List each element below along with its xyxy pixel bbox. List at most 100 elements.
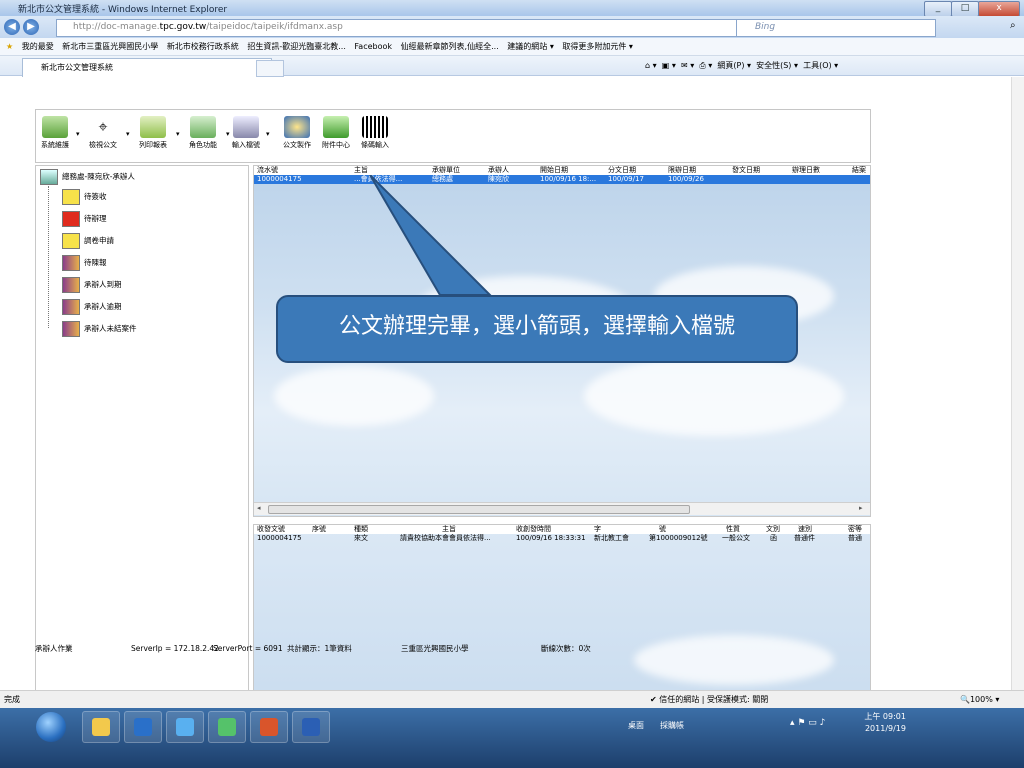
clock[interactable]: 上午 09:01 2011/9/19 bbox=[840, 711, 906, 735]
tools-menu[interactable]: 工具(O) ▾ bbox=[803, 61, 838, 70]
print-report-button[interactable]: 列印報表 bbox=[134, 114, 172, 158]
taskbar-word[interactable] bbox=[292, 711, 330, 743]
vertical-scrollbar[interactable] bbox=[1011, 77, 1024, 690]
tree-item-unclosed[interactable]: 承辦人未結案件 bbox=[62, 320, 137, 338]
tree-item-due[interactable]: 承辦人到期 bbox=[62, 276, 122, 294]
col-start-date[interactable]: 開始日期 bbox=[540, 166, 568, 175]
page-menu[interactable]: 網頁(P) ▾ bbox=[717, 61, 751, 70]
view-document-button[interactable]: ⌖ 檢視公文 bbox=[84, 114, 122, 158]
horizontal-scrollbar[interactable]: ◂ ▸ bbox=[254, 502, 870, 515]
security-zone[interactable]: ✔ 信任的網站 | 受保護模式: 關閉 bbox=[650, 691, 768, 708]
scroll-right-icon[interactable]: ▸ bbox=[859, 503, 863, 514]
barcode-input-button[interactable]: 條碼輸入 bbox=[356, 114, 394, 158]
col-dispatch-date[interactable]: 分文日期 bbox=[608, 166, 636, 175]
folder-icon bbox=[42, 116, 68, 138]
tree-item-pending-sign[interactable]: 待簽收 bbox=[62, 188, 107, 206]
tree-item-pending-process[interactable]: 待辦理 bbox=[62, 210, 107, 228]
tree-item-overdue[interactable]: 承辦人逾期 bbox=[62, 298, 122, 316]
search-icon[interactable]: ⌕ bbox=[1010, 20, 1016, 31]
table-row[interactable]: 1000004175 來文 請貴校協助本會會員依法得... 100/09/16 … bbox=[254, 534, 870, 543]
taskbar-media[interactable] bbox=[124, 711, 162, 743]
maximize-button[interactable]: □ bbox=[951, 1, 979, 17]
taskbar: 桌面 採購帳 ▴ ⚑ ▭ ♪ 上午 09:01 2011/9/19 bbox=[0, 708, 1024, 768]
tree-item-recall-request[interactable]: 調卷申請 bbox=[62, 232, 114, 250]
favorite-item[interactable]: 新北市三重區光興國民小學 bbox=[62, 42, 158, 51]
status-server-port: ServerPort = 6091 bbox=[213, 644, 283, 653]
zoom-level[interactable]: 🔍100% ▾ bbox=[960, 691, 999, 708]
home-icon[interactable]: ⌂ ▾ bbox=[645, 61, 657, 70]
new-tab-button[interactable] bbox=[256, 60, 284, 77]
url-path: /taipeidoc/taipeik/ifdmanx.asp bbox=[206, 22, 343, 32]
favorite-item[interactable]: 招生資訊-歡迎光臨臺北教... bbox=[247, 42, 346, 51]
taskbar-ie[interactable] bbox=[166, 711, 204, 743]
col-unit[interactable]: 承辦單位 bbox=[432, 166, 460, 175]
table-row-selected[interactable]: 1000004175 ...會員依法得... 總務處 陳宛欣 100/09/16… bbox=[254, 175, 870, 184]
chevron-down-icon[interactable]: ▾ bbox=[76, 130, 82, 138]
start-button[interactable] bbox=[36, 712, 66, 742]
taskbar-messenger[interactable] bbox=[208, 711, 246, 743]
url-host: tpc.gov.tw bbox=[159, 22, 207, 32]
role-function-button[interactable]: 角色功能 bbox=[184, 114, 222, 158]
taskbar-explorer[interactable] bbox=[82, 711, 120, 743]
search-input[interactable]: Bing bbox=[736, 19, 936, 37]
forward-icon[interactable]: ▶ bbox=[23, 19, 39, 35]
favorite-item[interactable]: Facebook bbox=[354, 42, 392, 51]
tray-icons[interactable]: ▴ ⚑ ▭ ♪ bbox=[790, 718, 825, 728]
safety-menu[interactable]: 安全性(S) ▾ bbox=[756, 61, 798, 70]
col-closed[interactable]: 結案 bbox=[852, 166, 866, 175]
people-icon bbox=[190, 116, 216, 138]
document-create-button[interactable]: 公文製作 bbox=[278, 114, 316, 158]
page-content: 系統維護 ▾ ⌖ 檢視公文 ▾ 列印報表 ▾ 角色功能 ▾ 輸入檔號 ▾ 公文製… bbox=[0, 77, 1024, 729]
folder-icon bbox=[92, 718, 110, 736]
command-bar: ⌂ ▾ ▣ ▾ ✉ ▾ ⎙ ▾ 網頁(P) ▾ 安全性(S) ▾ 工具(O) ▾ bbox=[645, 58, 838, 74]
app-status-bar: 承辦人作業 ServerIp = 172.18.2.42 ServerPort … bbox=[35, 642, 869, 656]
status-disconnects: 斷線次數：0次 bbox=[541, 644, 591, 653]
chart-icon bbox=[62, 277, 80, 293]
system-maintenance-button[interactable]: 系統維護 bbox=[38, 114, 72, 158]
favorite-item[interactable]: 仙經最新章節列表,仙經全... bbox=[401, 42, 499, 51]
word-icon bbox=[302, 718, 320, 736]
attachment-center-button[interactable]: 附件中心 bbox=[318, 114, 354, 158]
col-handler[interactable]: 承辦人 bbox=[488, 166, 509, 175]
col-deadline[interactable]: 限辦日期 bbox=[668, 166, 696, 175]
url-scheme: http://doc-manage. bbox=[73, 22, 160, 32]
minimize-button[interactable]: _ bbox=[924, 1, 952, 17]
folder-toolbar[interactable]: 採購帳 bbox=[660, 720, 684, 731]
chevron-down-icon[interactable]: ▾ bbox=[126, 130, 132, 138]
desktop-toolbar[interactable]: 桌面 bbox=[628, 720, 644, 731]
scroll-thumb[interactable] bbox=[268, 505, 690, 514]
close-button[interactable]: x bbox=[978, 1, 1020, 17]
input-file-number-button[interactable]: 輸入檔號 bbox=[232, 114, 260, 158]
mail-icon[interactable]: ✉ ▾ bbox=[681, 61, 694, 70]
back-icon[interactable]: ◀ bbox=[4, 19, 20, 35]
favorites-label[interactable]: 我的最愛 bbox=[22, 42, 54, 51]
tab-row: 新北市公文管理系統 ⌂ ▾ ▣ ▾ ✉ ▾ ⎙ ▾ 網頁(P) ▾ 安全性(S)… bbox=[0, 56, 1024, 77]
cloud-decoration bbox=[274, 366, 434, 426]
messenger-icon bbox=[218, 718, 236, 736]
col-days[interactable]: 辦理日數 bbox=[792, 166, 820, 175]
tree-root[interactable]: 總務處-陳宛欣-承辦人 bbox=[40, 168, 135, 186]
chevron-down-icon[interactable]: ▾ bbox=[266, 130, 272, 138]
col-serial[interactable]: 流水號 bbox=[257, 166, 278, 175]
chevron-down-icon[interactable]: ▾ bbox=[176, 130, 182, 138]
ie-icon bbox=[176, 718, 194, 736]
status-school: 三重區光興國民小學 bbox=[401, 644, 469, 653]
status-count: 共計顯示：1筆資料 bbox=[287, 644, 352, 653]
favorite-item[interactable]: 建議的網站 ▾ bbox=[507, 42, 554, 51]
scroll-left-icon[interactable]: ◂ bbox=[257, 503, 261, 514]
barcode-icon bbox=[362, 116, 388, 138]
favorite-item[interactable]: 新北市校務行政系統 bbox=[167, 42, 239, 51]
feeds-icon[interactable]: ▣ ▾ bbox=[662, 61, 676, 70]
tab-active[interactable]: 新北市公文管理系統 bbox=[22, 58, 272, 77]
inbox-icon bbox=[40, 169, 58, 185]
callout-pointer bbox=[369, 175, 493, 296]
tree-item-pending-report[interactable]: 待陳報 bbox=[62, 254, 107, 272]
taskbar-powerpoint[interactable] bbox=[250, 711, 288, 743]
chart-icon bbox=[62, 255, 80, 271]
print-icon[interactable]: ⎙ ▾ bbox=[699, 61, 712, 70]
address-bar[interactable]: http://doc-manage.tpc.gov.tw/taipeidoc/t… bbox=[56, 19, 750, 37]
col-issue-date[interactable]: 發文日期 bbox=[732, 166, 760, 175]
favorite-item[interactable]: 取得更多附加元件 ▾ bbox=[562, 42, 633, 51]
col-subject[interactable]: 主旨 bbox=[354, 166, 368, 175]
star-icon[interactable]: ★ bbox=[6, 42, 13, 51]
